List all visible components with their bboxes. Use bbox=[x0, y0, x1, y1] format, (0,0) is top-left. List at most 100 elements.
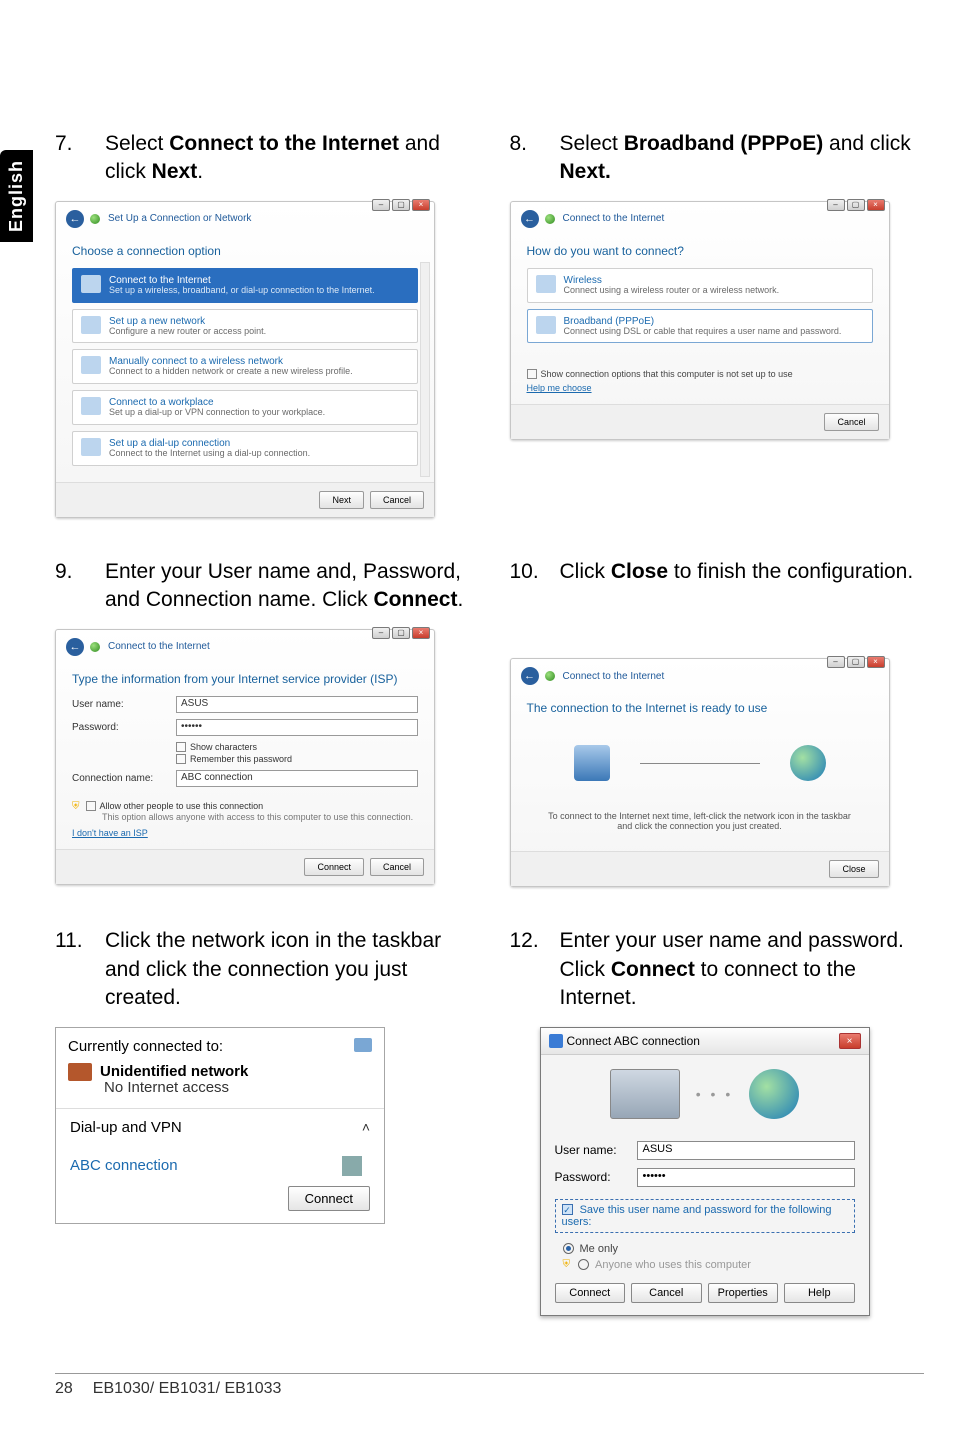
option-manual-wireless[interactable]: Manually connect to a wireless network C… bbox=[72, 349, 418, 384]
router-icon bbox=[81, 316, 101, 334]
allow-others-checkbox[interactable] bbox=[86, 801, 96, 811]
step-10-instruction: Click Close to finish the configuration. bbox=[560, 558, 925, 586]
me-only-radio[interactable] bbox=[563, 1243, 574, 1254]
option-sub: Connect to the Internet using a dial-up … bbox=[109, 449, 310, 459]
minimize-icon[interactable]: – bbox=[372, 627, 390, 639]
pc-icon bbox=[574, 745, 610, 781]
maximize-icon[interactable]: ▢ bbox=[847, 199, 865, 211]
option-dialup[interactable]: Set up a dial-up connection Connect to t… bbox=[72, 431, 418, 466]
cancel-button[interactable]: Cancel bbox=[824, 413, 878, 431]
close-icon[interactable]: × bbox=[867, 656, 885, 668]
isp-info-dialog: – ▢ × ← Connect to the Internet Type the… bbox=[55, 629, 435, 885]
show-options-label: Show connection options that this comput… bbox=[541, 369, 793, 379]
connect-button[interactable]: Connect bbox=[288, 1186, 370, 1211]
option-sub: Set up a wireless, broadband, or dial-up… bbox=[109, 286, 375, 296]
page-content: 7. Select Connect to the Internet and cl… bbox=[55, 130, 924, 1388]
anyone-radio[interactable] bbox=[578, 1259, 589, 1270]
network-flyout: Currently connected to: Unidentified net… bbox=[55, 1027, 385, 1224]
network-name: Unidentified network bbox=[100, 1063, 248, 1080]
option-broadband-pppoe[interactable]: Broadband (PPPoE) Connect using DSL or c… bbox=[527, 309, 873, 344]
username-label: User name: bbox=[555, 1143, 627, 1157]
step-7: 7. Select Connect to the Internet and cl… bbox=[55, 130, 470, 518]
dialog-title: Connect to the Internet bbox=[563, 213, 665, 224]
step-8-text-a: Select bbox=[560, 132, 624, 155]
password-input[interactable]: •••••• bbox=[176, 719, 418, 736]
option-connect-internet[interactable]: Connect to the Internet Set up a wireles… bbox=[72, 268, 418, 303]
username-input[interactable]: ASUS bbox=[176, 696, 418, 713]
help-button[interactable]: Help bbox=[784, 1283, 855, 1303]
close-icon[interactable]: × bbox=[867, 199, 885, 211]
step-7-text-c: . bbox=[197, 160, 203, 183]
step-9-number: 9. bbox=[55, 558, 87, 586]
remember-label: Remember this password bbox=[190, 754, 292, 764]
network-pin-icon bbox=[90, 642, 100, 652]
step-10: 10. Click Close to finish the configurat… bbox=[510, 558, 925, 887]
back-icon[interactable]: ← bbox=[521, 667, 539, 685]
dialog-title: Connect to the Internet bbox=[563, 671, 665, 682]
properties-button[interactable]: Properties bbox=[708, 1283, 779, 1303]
dialog-heading: How do you want to connect? bbox=[527, 244, 873, 258]
maximize-icon[interactable]: ▢ bbox=[847, 656, 865, 668]
option-new-network[interactable]: Set up a new network Configure a new rou… bbox=[72, 309, 418, 344]
step-11-instruction: Click the network icon in the taskbar an… bbox=[105, 927, 470, 1012]
section-dialup-vpn: Dial-up and VPN bbox=[70, 1119, 182, 1136]
step-8-bold-b: Next. bbox=[560, 160, 611, 183]
allow-others-label: Allow other people to use this connectio… bbox=[100, 801, 264, 811]
close-icon[interactable]: × bbox=[412, 627, 430, 639]
minimize-icon[interactable]: – bbox=[372, 199, 390, 211]
connection-name-input[interactable]: ABC connection bbox=[176, 770, 418, 787]
step-10-bold: Close bbox=[611, 560, 668, 583]
step-12-number: 12. bbox=[510, 927, 542, 955]
back-icon[interactable]: ← bbox=[66, 210, 84, 228]
dialog-heading: The connection to the Internet is ready … bbox=[527, 701, 873, 715]
remember-checkbox[interactable] bbox=[176, 754, 186, 764]
close-button[interactable]: Close bbox=[829, 860, 878, 878]
manual-models: EB1030/ EB1031/ EB1033 bbox=[93, 1380, 282, 1398]
connect-button[interactable]: Connect bbox=[555, 1283, 626, 1303]
refresh-icon[interactable] bbox=[354, 1038, 372, 1052]
step-12: 12. Enter your user name and password. C… bbox=[510, 927, 925, 1315]
save-credentials-checkbox[interactable]: ✓ bbox=[562, 1204, 573, 1215]
option-workplace[interactable]: Connect to a workplace Set up a dial-up … bbox=[72, 390, 418, 425]
show-options-checkbox[interactable] bbox=[527, 369, 537, 379]
network-pin-icon bbox=[545, 671, 555, 681]
cancel-button[interactable]: Cancel bbox=[370, 858, 424, 876]
close-icon[interactable]: × bbox=[839, 1033, 861, 1049]
username-input[interactable]: ASUS bbox=[637, 1141, 855, 1160]
connection-name-label: Connection name: bbox=[72, 773, 162, 784]
close-icon[interactable]: × bbox=[412, 199, 430, 211]
flyout-header: Currently connected to: bbox=[68, 1038, 223, 1055]
step-9-text-post: . bbox=[457, 588, 463, 611]
laptop-icon bbox=[610, 1069, 680, 1119]
connect-button[interactable]: Connect bbox=[304, 858, 364, 876]
wireless-icon bbox=[81, 356, 101, 374]
scrollbar[interactable] bbox=[420, 262, 430, 477]
step-7-instruction: Select Connect to the Internet and click… bbox=[105, 130, 470, 187]
globe-icon bbox=[790, 745, 826, 781]
chevron-up-icon[interactable]: ˄ bbox=[362, 1119, 370, 1135]
next-button[interactable]: Next bbox=[319, 491, 364, 509]
save-credentials-label: Save this user name and password for the… bbox=[562, 1204, 832, 1228]
step-8-bold-a: Broadband (PPPoE) bbox=[624, 132, 824, 155]
dots-icon: • • • bbox=[696, 1086, 733, 1102]
option-sub: Connect using DSL or cable that requires… bbox=[564, 327, 842, 337]
language-tab: English bbox=[0, 150, 33, 242]
cancel-button[interactable]: Cancel bbox=[631, 1283, 702, 1303]
maximize-icon[interactable]: ▢ bbox=[392, 627, 410, 639]
anyone-label: Anyone who uses this computer bbox=[595, 1259, 751, 1271]
minimize-icon[interactable]: – bbox=[827, 656, 845, 668]
connect-abc-dialog: Connect ABC connection × • • • User name… bbox=[540, 1027, 870, 1316]
back-icon[interactable]: ← bbox=[521, 210, 539, 228]
step-10-number: 10. bbox=[510, 558, 542, 586]
password-input[interactable]: •••••• bbox=[637, 1168, 855, 1187]
modem-small-icon bbox=[342, 1156, 362, 1176]
no-isp-link[interactable]: I don't have an ISP bbox=[72, 828, 148, 838]
cancel-button[interactable]: Cancel bbox=[370, 491, 424, 509]
help-me-choose-link[interactable]: Help me choose bbox=[527, 383, 592, 393]
abc-connection-item[interactable]: ABC connection bbox=[56, 1146, 384, 1182]
show-chars-checkbox[interactable] bbox=[176, 742, 186, 752]
option-wireless[interactable]: Wireless Connect using a wireless router… bbox=[527, 268, 873, 303]
minimize-icon[interactable]: – bbox=[827, 199, 845, 211]
back-icon[interactable]: ← bbox=[66, 638, 84, 656]
maximize-icon[interactable]: ▢ bbox=[392, 199, 410, 211]
